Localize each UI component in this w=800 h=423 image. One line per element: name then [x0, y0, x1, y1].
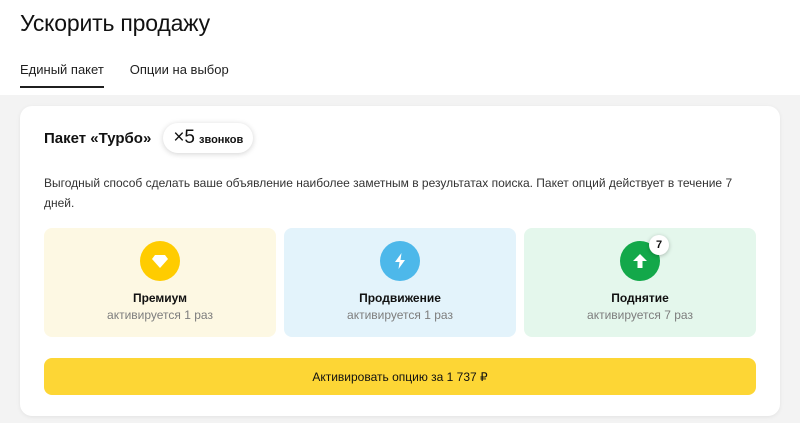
diamond-icon [152, 255, 168, 268]
package-card: Пакет «Турбо» ×5 звонков Выгодный способ… [20, 106, 780, 416]
option-promotion: Продвижение активируется 1 раз [284, 228, 516, 337]
promotion-icon-circle [380, 241, 420, 281]
package-description: Выгодный способ сделать ваше объявление … [44, 176, 733, 210]
option-name: Поднятие [611, 291, 669, 305]
options-list: Премиум активируется 1 раз Продвижение а… [44, 228, 756, 337]
calls-multiplier: ×5 [173, 127, 195, 148]
tab-options-choice[interactable]: Опции на выбор [130, 62, 229, 87]
raise-count-badge: 7 [649, 235, 669, 255]
premium-icon-circle [140, 241, 180, 281]
option-name: Продвижение [359, 291, 441, 305]
tab-single-package[interactable]: Единый пакет [20, 62, 104, 88]
option-raise: 7 Поднятие активируется 7 раз [524, 228, 756, 337]
activate-button[interactable]: Активировать опцию за 1 737 ₽ [44, 358, 756, 395]
tabs: Единый пакет Опции на выбор [20, 62, 229, 88]
package-header: Пакет «Турбо» ×5 звонков [44, 123, 254, 153]
calls-badge: ×5 звонков [163, 123, 254, 153]
lightning-icon [395, 253, 405, 269]
option-subtitle: активируется 1 раз [347, 308, 453, 322]
option-subtitle: активируется 7 раз [587, 308, 693, 322]
option-subtitle: активируется 1 раз [107, 308, 213, 322]
package-title: Пакет «Турбо» [44, 129, 152, 147]
option-premium: Премиум активируется 1 раз [44, 228, 276, 337]
page-title: Ускорить продажу [20, 10, 210, 36]
arrow-up-icon [633, 254, 647, 268]
option-name: Премиум [132, 291, 188, 305]
calls-unit: звонков [198, 134, 244, 146]
